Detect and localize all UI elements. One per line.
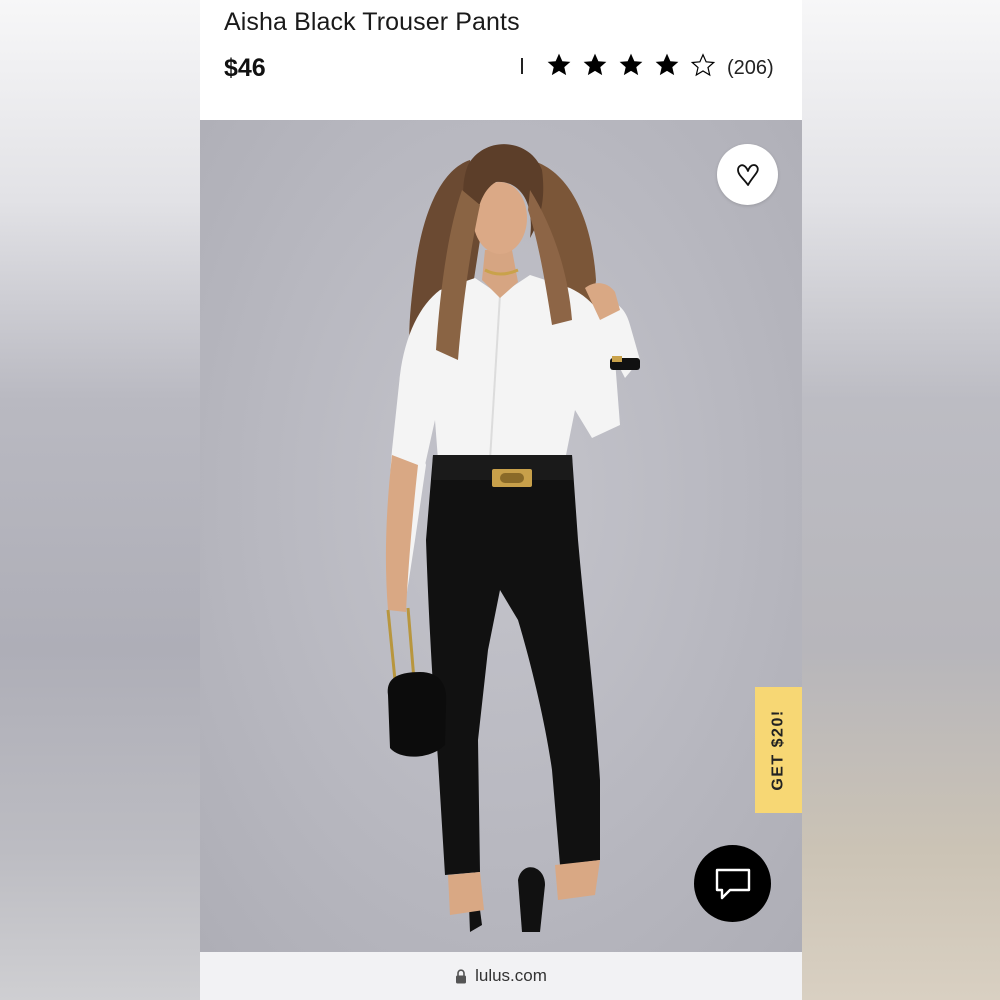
product-title: Aisha Black Trouser Pants xyxy=(224,8,520,36)
star-rating[interactable] xyxy=(546,52,726,78)
star-filled-icon xyxy=(583,53,607,76)
blurred-backdrop-right xyxy=(800,0,1000,1000)
star-filled-icon xyxy=(619,53,643,76)
promo-label: GET $20! xyxy=(769,709,787,791)
url-text: lulus.com xyxy=(475,966,547,985)
chat-button[interactable] xyxy=(694,845,771,922)
blurred-backdrop-left xyxy=(0,0,200,1000)
heart-icon xyxy=(736,163,759,186)
model-illustration xyxy=(385,144,640,932)
favorite-button[interactable] xyxy=(717,144,778,205)
browser-url-bar[interactable]: lulus.com xyxy=(200,952,802,1000)
product-header: Aisha Black Trouser Pants $46 (206) xyxy=(200,0,802,120)
lock-icon xyxy=(456,968,467,983)
promo-tab[interactable]: GET $20! xyxy=(755,687,802,813)
star-filled-icon xyxy=(547,53,571,76)
product-price: $46 xyxy=(224,54,266,82)
star-filled-icon xyxy=(655,53,679,76)
star-empty-icon xyxy=(690,53,716,77)
header-divider xyxy=(521,58,523,74)
product-photo xyxy=(200,120,802,952)
chat-bubble-icon xyxy=(715,868,750,899)
rating-count[interactable]: (206) xyxy=(727,57,774,80)
phone-screen: Aisha Black Trouser Pants $46 (206) GET … xyxy=(200,0,802,1000)
